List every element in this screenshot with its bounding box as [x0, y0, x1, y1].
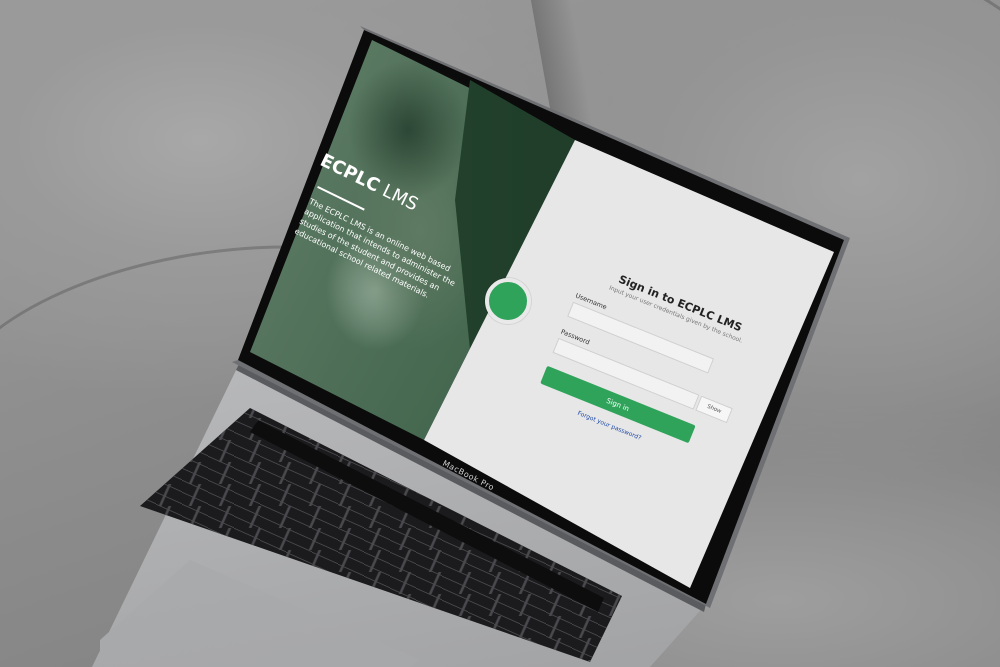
divider-circle	[485, 278, 531, 324]
